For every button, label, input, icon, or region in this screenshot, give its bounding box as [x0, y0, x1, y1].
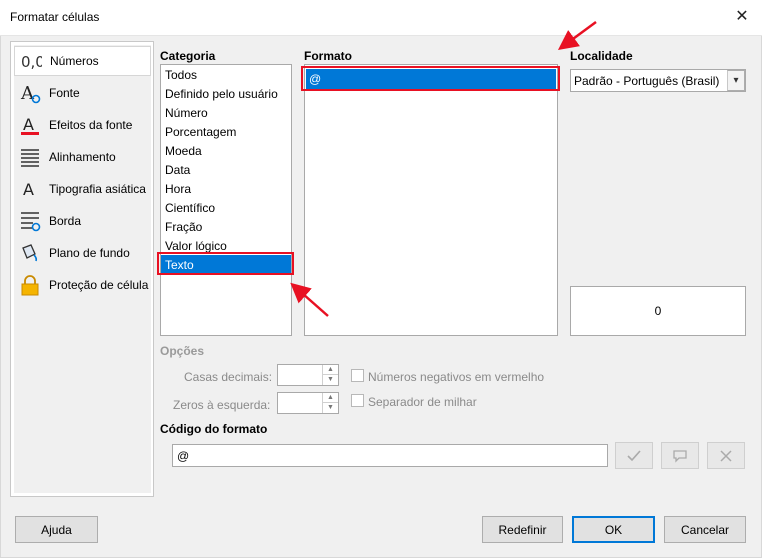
annotation-arrow-locale [557, 20, 597, 50]
annotation-arrows [290, 20, 597, 317]
annotation-arrow-texto [290, 282, 329, 317]
